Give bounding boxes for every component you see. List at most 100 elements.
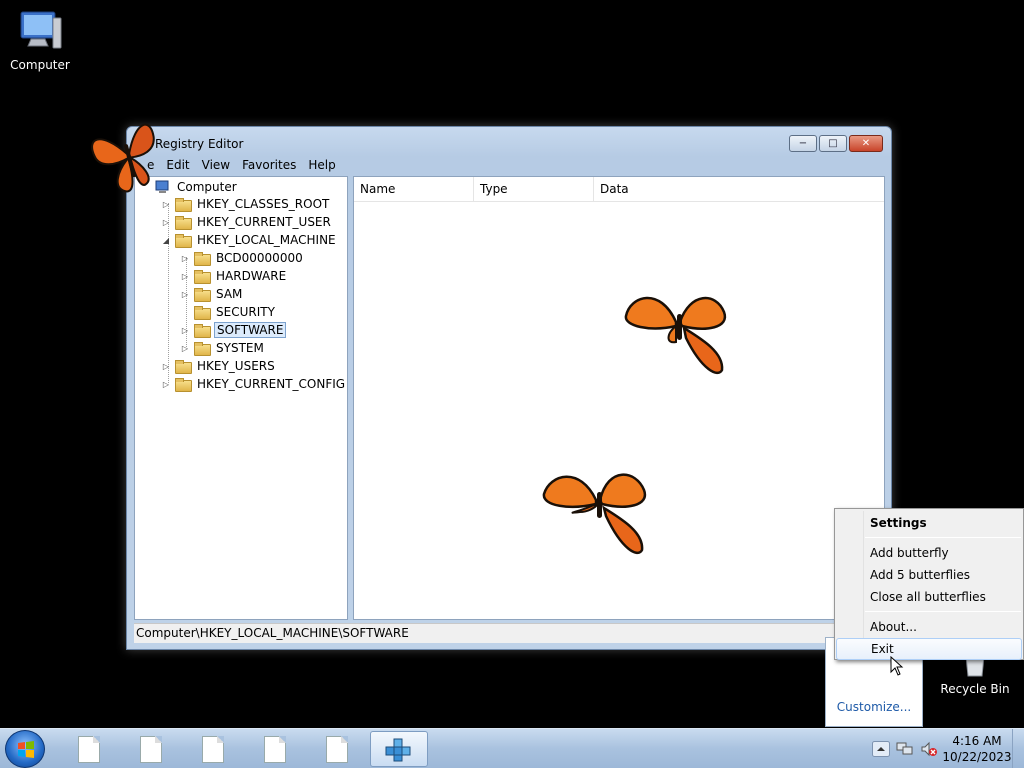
menu-item-add-butterfly[interactable]: Add butterfly <box>836 542 1022 564</box>
folder-icon <box>175 216 192 230</box>
menu-item-settings[interactable]: Settings <box>836 512 1022 534</box>
tree-item[interactable]: ▷ HKEY_CURRENT_CONFIG <box>161 375 347 393</box>
tree-item[interactable]: ▷ HKEY_USERS <box>161 357 277 375</box>
tree-label: SOFTWARE <box>214 322 287 338</box>
menu-item-about[interactable]: About... <box>836 616 1022 638</box>
butterfly-icon[interactable] <box>620 282 732 380</box>
folder-icon <box>175 360 192 374</box>
butterfly-context-menu: Settings Add butterfly Add 5 butterflies… <box>834 508 1024 660</box>
registry-tree[interactable]: Computer ▷ HKEY_CLASSES_ROOT ▷ HKEY_CURR… <box>134 176 348 620</box>
status-bar: Computer\HKEY_LOCAL_MACHINE\SOFTWARE <box>134 623 884 643</box>
folder-icon <box>175 234 192 248</box>
expand-arrow-icon[interactable]: ▷ <box>180 254 190 263</box>
document-icon <box>140 735 162 763</box>
document-icon <box>264 735 286 763</box>
customize-link[interactable]: Customize... <box>826 700 922 714</box>
menu-favorites[interactable]: Favorites <box>236 157 302 175</box>
expand-arrow-icon[interactable]: ▷ <box>180 272 190 281</box>
taskbar-button-document[interactable] <box>122 731 180 767</box>
tree-label: SYSTEM <box>216 341 264 355</box>
clock[interactable]: 4:16 AM 10/22/2023 <box>942 733 1012 765</box>
tree-label: HKEY_CLASSES_ROOT <box>197 197 330 211</box>
tree-label: Computer <box>177 180 237 194</box>
collapse-arrow-icon[interactable]: ◢ <box>161 236 171 245</box>
butterfly-icon[interactable] <box>540 462 652 560</box>
expand-arrow-icon[interactable]: ▷ <box>161 362 171 371</box>
start-button[interactable] <box>5 730 45 768</box>
expand-arrow-icon[interactable]: ▷ <box>161 380 171 389</box>
tree-label: HKEY_CURRENT_CONFIG <box>197 377 346 391</box>
folder-icon <box>175 378 192 392</box>
tree-item[interactable]: ▷ HKEY_CURRENT_USER <box>161 213 333 231</box>
tree-label: SECURITY <box>216 305 275 319</box>
tree-label: HKEY_CURRENT_USER <box>197 215 331 229</box>
tree-label: BCD00000000 <box>216 251 303 265</box>
registry-editor-window: Registry Editor − □ ✕ e Edit View Favori… <box>126 126 892 650</box>
menu-item-exit[interactable]: Exit <box>836 638 1022 660</box>
butterfly-icon[interactable] <box>88 114 168 200</box>
document-icon <box>326 735 348 763</box>
menu-help[interactable]: Help <box>302 157 341 175</box>
taskbar-button-document[interactable] <box>246 731 304 767</box>
window-title: Registry Editor <box>155 137 244 151</box>
tree-item[interactable]: ▷ SYSTEM <box>180 339 266 357</box>
menu-bar: e Edit View Favorites Help <box>133 157 885 175</box>
folder-icon <box>194 288 211 302</box>
volume-muted-icon[interactable] <box>918 738 940 760</box>
expand-arrow-icon[interactable]: ▷ <box>161 200 171 209</box>
folder-icon <box>175 198 192 212</box>
taskbar: 4:16 AM 10/22/2023 <box>0 728 1024 768</box>
taskbar-button-document[interactable] <box>308 731 366 767</box>
desktop-icon-computer[interactable]: Computer <box>0 8 80 72</box>
tree-item[interactable]: ▷ HARDWARE <box>180 267 288 285</box>
tree-item[interactable]: ◢ HKEY_LOCAL_MACHINE <box>161 231 338 249</box>
tree-item[interactable]: ▷ BCD00000000 <box>180 249 305 267</box>
menu-view[interactable]: View <box>196 157 236 175</box>
tree-label: HKEY_LOCAL_MACHINE <box>197 233 336 247</box>
menu-separator <box>865 611 1021 612</box>
window-controls: − □ ✕ <box>789 135 883 152</box>
computer-icon <box>17 8 63 54</box>
minimize-button[interactable]: − <box>789 135 817 152</box>
expand-arrow-icon[interactable]: ▷ <box>161 218 171 227</box>
menu-separator <box>865 537 1021 538</box>
tree-item[interactable]: ▷ HKEY_CLASSES_ROOT <box>161 195 331 213</box>
document-icon <box>78 735 100 763</box>
tree-label: SAM <box>216 287 243 301</box>
system-tray: 4:16 AM 10/22/2023 <box>870 729 1024 768</box>
expand-arrow-icon[interactable]: ▷ <box>180 344 190 353</box>
folder-icon <box>194 270 211 284</box>
show-hidden-icons-button[interactable] <box>870 738 892 760</box>
registry-editor-icon <box>385 738 411 762</box>
taskbar-button-registry-editor[interactable] <box>370 731 428 767</box>
taskbar-button-document[interactable] <box>60 731 118 767</box>
folder-icon <box>194 342 211 356</box>
desktop-icon-label: Recycle Bin <box>940 682 1010 696</box>
tree-label: HKEY_USERS <box>197 359 275 373</box>
menu-item-close-all-butterflies[interactable]: Close all butterflies <box>836 586 1022 608</box>
expand-arrow-icon[interactable]: ▷ <box>180 326 190 335</box>
expand-arrow-icon[interactable]: ▷ <box>180 290 190 299</box>
column-header-type[interactable]: Type <box>474 177 594 201</box>
chevron-up-icon <box>872 741 890 757</box>
desktop-icon-label: Computer <box>10 58 70 72</box>
taskbar-button-document[interactable] <box>184 731 242 767</box>
network-icon[interactable] <box>894 738 916 760</box>
document-icon <box>202 735 224 763</box>
menu-item-add-5-butterflies[interactable]: Add 5 butterflies <box>836 564 1022 586</box>
clock-date: 10/22/2023 <box>942 750 1012 764</box>
tree-item[interactable]: SECURITY <box>180 303 277 321</box>
folder-icon <box>194 252 211 266</box>
tree-item[interactable]: ▷ SAM <box>180 285 244 303</box>
close-button[interactable]: ✕ <box>849 135 883 152</box>
windows-logo-icon <box>18 741 34 758</box>
folder-icon <box>194 324 211 338</box>
header-divider <box>354 201 884 202</box>
mouse-cursor-icon <box>890 656 904 676</box>
tree-label: HARDWARE <box>216 269 287 283</box>
show-desktop-button[interactable] <box>1012 729 1024 768</box>
maximize-button[interactable]: □ <box>819 135 847 152</box>
tree-item-selected[interactable]: ▷ SOFTWARE <box>180 321 287 339</box>
column-header-name[interactable]: Name <box>354 177 474 201</box>
column-header-data[interactable]: Data <box>594 177 884 201</box>
